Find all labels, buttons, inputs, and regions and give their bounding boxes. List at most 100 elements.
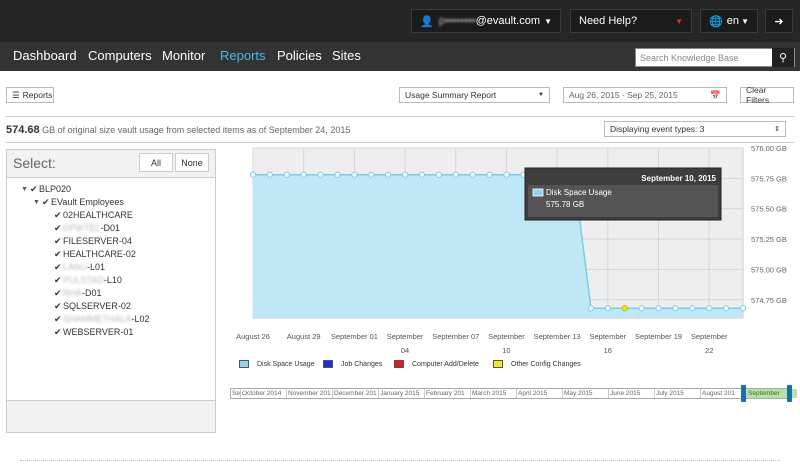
checkmark-icon[interactable]: ✔ (54, 301, 63, 312)
tree-item-label: -L02 (131, 314, 150, 324)
legend-label: Job Changes (341, 360, 383, 368)
tree-item[interactable]: ✔ WEBSERVER-01 (45, 326, 133, 338)
search-icon: ⚲ (778, 52, 788, 64)
data-point (570, 171, 578, 178)
tree-item[interactable]: ✔ FILESERVER-04 (45, 235, 132, 247)
data-point (334, 171, 341, 178)
timeline-month: June 2015 (609, 389, 655, 398)
report-type-select[interactable]: Usage Summary Report ▼ (399, 87, 550, 103)
tooltip-box (524, 167, 722, 221)
data-point (385, 171, 392, 178)
timeline-month: March 2015 (471, 389, 517, 398)
user-menu[interactable]: 👤 p•••••••• @evault.com ▼ (411, 9, 561, 33)
tree-item-label: FILESERVER-04 (63, 236, 132, 246)
nav-computers[interactable]: Computers (88, 48, 152, 63)
search-button[interactable]: ⚲ (772, 48, 794, 67)
tooltip-date: September 10, 2015 (641, 174, 716, 183)
top-bar: 👤 p•••••••• @evault.com ▼ Need Help? ▼ 🌐… (0, 0, 800, 42)
data-point (418, 171, 426, 178)
plot-background (252, 147, 744, 319)
checkmark-icon[interactable]: ✔ (42, 197, 51, 208)
data-point (604, 305, 611, 312)
checkmark-icon[interactable]: ✔ (54, 236, 63, 247)
checkmark-icon[interactable]: ✔ (54, 249, 63, 260)
user-name-redacted: p•••••••• (438, 15, 476, 27)
tree-item[interactable]: ✔ SQLSERVER-02 (45, 300, 131, 312)
select-all-button[interactable]: All (139, 153, 173, 172)
tree-item[interactable]: ▼ ✔ BLP020 (21, 183, 71, 195)
checkmark-icon[interactable]: ✔ (30, 184, 39, 195)
tree-item-label: 02HEALTHCARE (63, 210, 133, 220)
summary-line: 574.68 GB of original size vault usage f… (6, 124, 350, 136)
data-point (706, 305, 713, 312)
y-tick-label: 576.00 GB (751, 144, 787, 153)
tree-item-label: -D01 (100, 223, 121, 233)
select-title: Select: (13, 155, 56, 171)
select-none-button[interactable]: None (175, 153, 209, 172)
tree-item[interactable]: ✔ RHA -D01 (45, 287, 102, 299)
y-tick-label: 574.75 GB (751, 296, 787, 305)
timeline-handle-right[interactable] (787, 385, 792, 402)
legend-item[interactable]: Disk Space Usage (239, 360, 315, 368)
knowledge-base-search-input[interactable]: Search Knowledge Base ⚲ (635, 48, 795, 67)
nav-reports[interactable]: Reports (220, 48, 266, 63)
checkmark-icon[interactable]: ✔ (54, 210, 63, 221)
checkmark-icon[interactable]: ✔ (54, 223, 63, 234)
timeline-month: July 2015 (655, 389, 701, 398)
legend-swatch (239, 360, 249, 368)
chevron-down-icon: ▼ (741, 16, 749, 26)
timeline-month: January 2015 (379, 389, 425, 398)
nav-monitor[interactable]: Monitor (162, 48, 205, 63)
language-menu[interactable]: 🌐 en ▼ (700, 9, 758, 33)
data-point (587, 305, 595, 312)
select-panel-footer (7, 400, 215, 432)
legend-item[interactable]: Job Changes (323, 360, 382, 368)
tree-item-label: -L01 (87, 262, 106, 272)
x-tick-label: September 13 (534, 332, 581, 341)
checkmark-icon[interactable]: ✔ (54, 262, 63, 273)
logout-icon: ➜ (774, 15, 784, 28)
language-label: en (726, 15, 739, 27)
timeline-navigator[interactable]: Se October 2014 November 201 December 201 Ja… (230, 388, 797, 399)
timeline-handle-left[interactable] (741, 385, 746, 402)
logout-button[interactable]: ➜ (765, 9, 793, 33)
tree-item[interactable]: ✔ PULSTAD -L10 (45, 274, 122, 286)
data-point (452, 171, 459, 178)
tooltip-value: 575.78 GB (546, 200, 584, 209)
tree-item-label: -D01 (82, 288, 102, 298)
checkmark-icon[interactable]: ✔ (54, 327, 63, 338)
data-point (486, 171, 493, 178)
tree-item-label-redacted: SHAMMETHALA (63, 314, 132, 324)
nav-sites[interactable]: Sites (332, 48, 361, 63)
checkmark-icon[interactable]: ✔ (54, 275, 63, 286)
tree-item-label: WEBSERVER-01 (63, 327, 134, 337)
help-menu[interactable]: Need Help? ▼ (570, 9, 692, 33)
event-types-select[interactable]: Displaying event types: 3 ⇕ (604, 121, 786, 137)
date-range-picker[interactable]: Aug 26, 2015 - Sep 25, 2015 📅 (563, 87, 727, 103)
tree-item[interactable]: ✔ 02HEALTHCARE (45, 209, 133, 221)
data-point (554, 171, 561, 178)
summary-text: GB of original size vault usage from sel… (42, 125, 351, 135)
tree-item[interactable]: ✔ HEALTHCARE-02 (45, 248, 136, 260)
nav-dashboard[interactable]: Dashboard (13, 48, 77, 63)
checkmark-icon[interactable]: ✔ (54, 314, 63, 325)
nav-policies[interactable]: Policies (277, 48, 322, 63)
checkmark-icon[interactable]: ✔ (54, 288, 63, 299)
legend-item[interactable]: Other Config Changes (493, 360, 581, 368)
data-point (300, 171, 307, 178)
reports-menu-button[interactable]: ☰ Reports (6, 87, 54, 103)
x-tick-label: September (691, 332, 728, 341)
expand-toggle-icon[interactable]: ▼ (21, 186, 30, 193)
tree-item[interactable]: ✔ SHAMMETHALA -L02 (45, 313, 150, 325)
tree-item[interactable]: ▼ ✔ EVault Employees (33, 196, 124, 208)
tree-item[interactable]: ✔ LANU -L01 (45, 261, 105, 273)
tooltip-body (528, 185, 718, 217)
expand-toggle-icon[interactable]: ▼ (33, 199, 42, 206)
clear-filters-button[interactable]: Clear Filters (740, 85, 794, 105)
legend-swatch (493, 360, 503, 368)
legend-item[interactable]: Computer Add/Delete (394, 360, 479, 368)
divider (6, 142, 794, 143)
divider (6, 116, 794, 117)
tree-item-label-redacted: LANU (63, 262, 88, 272)
tree-item[interactable]: ✔ DPWTEL -D01 (45, 222, 120, 234)
